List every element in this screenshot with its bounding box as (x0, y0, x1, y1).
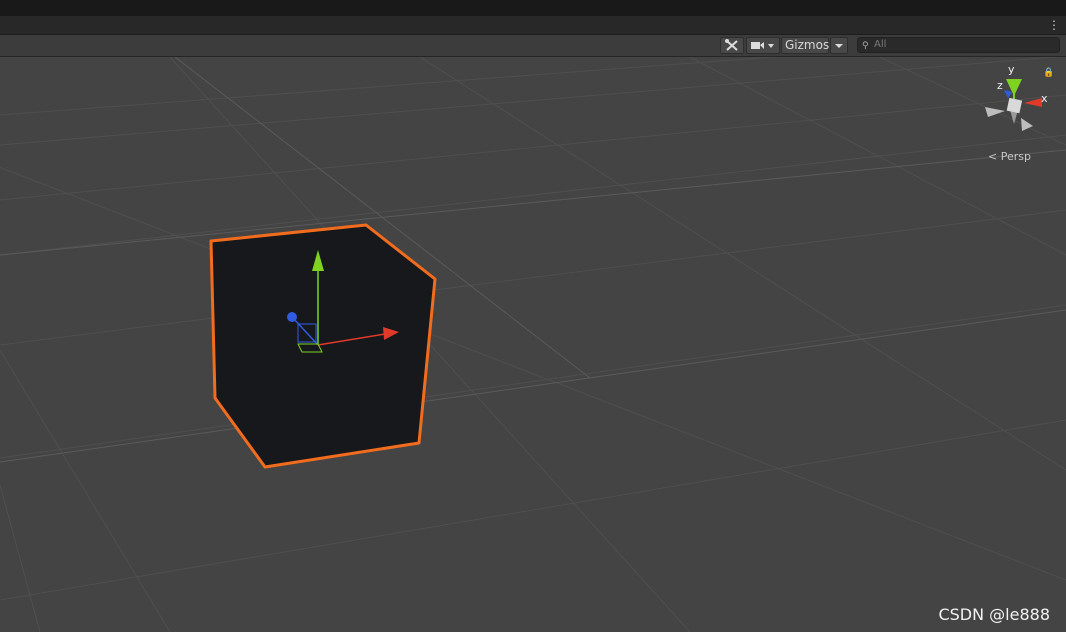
gizmo-x-label: x (1041, 92, 1048, 105)
scene-search-input[interactable]: ⚲ All (857, 37, 1060, 53)
camera-settings-button[interactable] (746, 37, 780, 54)
scene-toolbar: Gizmos ⚲ All (0, 35, 1066, 57)
gizmos-dropdown-button[interactable] (830, 37, 848, 54)
z-axis-sphere-icon[interactable] (287, 312, 297, 322)
gizmo-center-cube-icon[interactable] (1006, 97, 1023, 114)
scene-viewport[interactable]: y z x (0, 57, 1066, 632)
search-icon: ⚲ (862, 41, 869, 51)
cube-body[interactable] (209, 223, 437, 469)
tools-button[interactable] (720, 37, 744, 54)
wrench-cross-icon (725, 39, 738, 51)
gizmo-z-label: z (997, 79, 1003, 92)
gizmo-y-label: y (1008, 63, 1015, 76)
scene-grid (0, 57, 1066, 632)
gizmo-neg-x-cone-icon[interactable] (985, 107, 1005, 117)
scene-view-canvas[interactable]: y z x (0, 57, 1066, 632)
projection-toggle[interactable]: < Persp (988, 150, 1031, 163)
gizmo-z-cone-icon[interactable] (1004, 90, 1012, 98)
gizmos-toggle-button[interactable]: Gizmos (781, 37, 829, 54)
watermark-text: CSDN @le888 (938, 605, 1050, 624)
chevron-down-icon (835, 44, 843, 48)
more-options-icon[interactable]: ⋮ (1048, 16, 1060, 34)
scene-tab-strip (0, 16, 1066, 35)
orientation-gizmo[interactable]: y z x (985, 63, 1048, 131)
window-title-bar (0, 0, 1066, 16)
selected-cube[interactable] (209, 223, 437, 469)
search-placeholder: All (874, 39, 887, 50)
scene-grid-major (0, 57, 1066, 463)
camera-icon (751, 42, 774, 49)
lock-icon[interactable]: 🔒 (1043, 68, 1054, 78)
